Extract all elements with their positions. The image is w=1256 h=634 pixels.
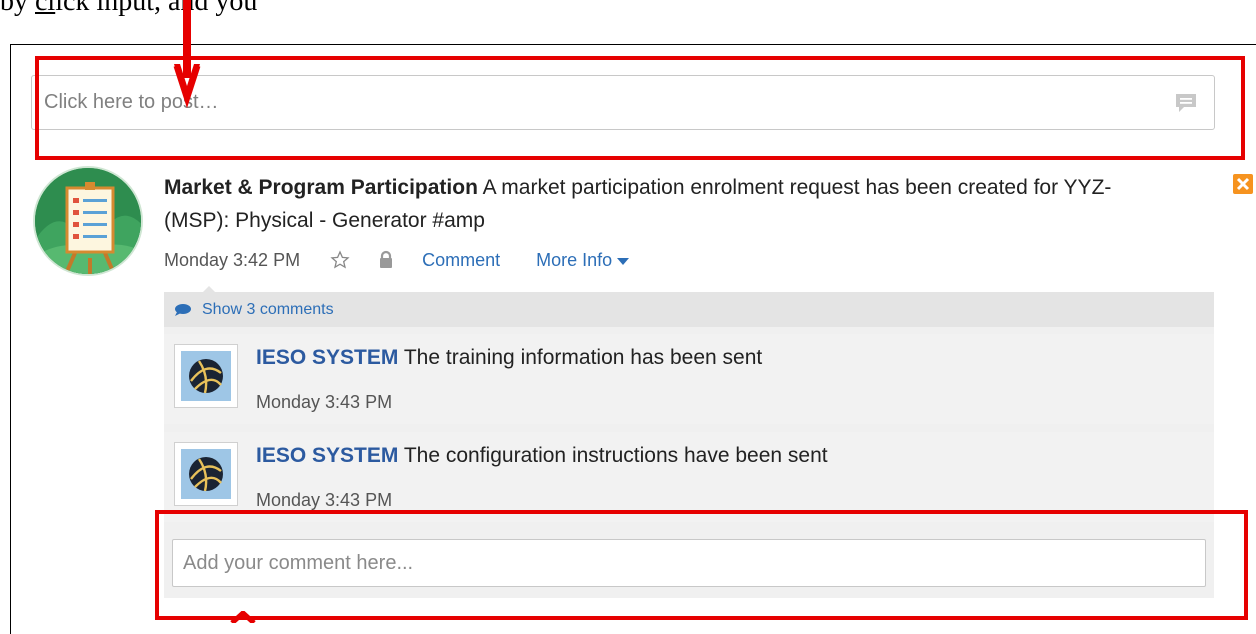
- annotation-arrow-down-icon: [173, 0, 201, 108]
- comment-bubble-icon: [174, 303, 192, 317]
- comment-timestamp: Monday 3:43 PM: [256, 490, 393, 510]
- close-icon[interactable]: [1233, 174, 1253, 194]
- document-text-suffix: ick input, and you: [55, 0, 258, 17]
- show-comments-label: Show 3 comments: [202, 300, 334, 318]
- star-icon[interactable]: [330, 250, 350, 270]
- document-text-underlined: cl: [35, 0, 56, 17]
- more-info-dropdown[interactable]: More Info: [536, 249, 630, 271]
- document-text-prefix: by: [0, 0, 28, 17]
- annotation-box-post: [35, 56, 1245, 160]
- comment-body: The training information has been sent: [403, 346, 763, 369]
- comment-item: IESO SYSTEM The training information has…: [164, 334, 1214, 424]
- comment-timestamp: Monday 3:43 PM: [256, 392, 393, 412]
- ieso-logo-icon: [181, 351, 231, 401]
- comment-author[interactable]: IESO SYSTEM: [256, 444, 398, 467]
- ieso-logo-icon: [181, 449, 231, 499]
- chevron-down-icon: [617, 257, 630, 265]
- comment-text: IESO SYSTEM The configuration instructio…: [256, 444, 828, 468]
- post-meta-row: Monday 3:42 PM Comment More Info: [164, 246, 665, 274]
- more-info-label: More Info: [536, 249, 613, 270]
- post-content: Market & Program Participation A market …: [164, 171, 1164, 237]
- comment-author[interactable]: IESO SYSTEM: [256, 346, 398, 369]
- show-comments-link[interactable]: Show 3 comments: [164, 292, 1214, 327]
- annotation-arrow-fragment-icon: [230, 611, 256, 623]
- comment-body: The configuration instructions have been…: [403, 444, 828, 467]
- comment-link[interactable]: Comment: [422, 250, 500, 271]
- document-text-fragment: by click input, and you: [0, 0, 257, 18]
- annotation-box-comment: [155, 510, 1248, 620]
- avatar[interactable]: [33, 166, 143, 276]
- post-author[interactable]: Market & Program Participation: [164, 176, 478, 199]
- comment-text: IESO SYSTEM The training information has…: [256, 346, 762, 370]
- post-timestamp: Monday 3:42 PM: [164, 249, 301, 270]
- easel-icon: [35, 168, 141, 274]
- comment-item: IESO SYSTEM The configuration instructio…: [164, 432, 1214, 522]
- lock-icon: [378, 250, 394, 270]
- ieso-avatar[interactable]: [174, 344, 238, 408]
- ieso-avatar[interactable]: [174, 442, 238, 506]
